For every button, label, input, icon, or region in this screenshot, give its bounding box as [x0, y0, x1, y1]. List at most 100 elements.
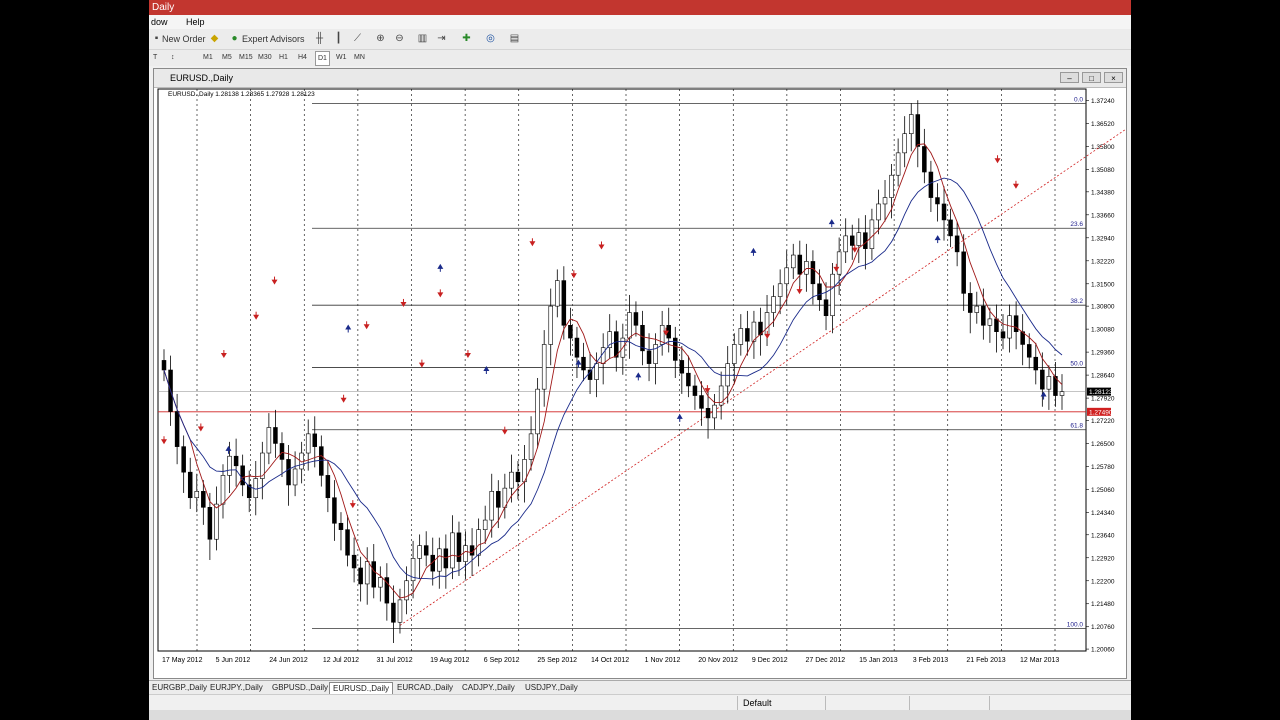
- candle[interactable]: [784, 267, 789, 285]
- candle[interactable]: [266, 427, 272, 454]
- candle[interactable]: [777, 283, 783, 297]
- candle[interactable]: [161, 360, 167, 371]
- candle[interactable]: [443, 548, 449, 569]
- candle[interactable]: [240, 465, 245, 486]
- candle[interactable]: [908, 114, 914, 135]
- candle[interactable]: [1040, 369, 1045, 390]
- candle[interactable]: [187, 471, 193, 499]
- candle[interactable]: [928, 171, 934, 198]
- zoom-in-icon[interactable]: ⊕: [373, 31, 388, 46]
- candle[interactable]: [633, 312, 639, 326]
- candle[interactable]: [1013, 315, 1019, 332]
- candle[interactable]: [515, 471, 521, 483]
- candle[interactable]: [627, 312, 632, 339]
- candle[interactable]: [1007, 315, 1012, 339]
- candle[interactable]: [482, 519, 488, 530]
- candle[interactable]: [594, 363, 599, 380]
- candle[interactable]: [345, 529, 350, 556]
- candle[interactable]: [378, 577, 383, 588]
- timeframe-w1[interactable]: W1: [336, 51, 347, 64]
- candle[interactable]: [541, 344, 547, 390]
- candle[interactable]: [961, 251, 966, 294]
- candle[interactable]: [312, 433, 318, 447]
- tab-cadjpy[interactable]: CADJPY.,Daily: [459, 682, 518, 694]
- candle[interactable]: [922, 146, 927, 173]
- candle[interactable]: [882, 197, 888, 205]
- candle[interactable]: [646, 350, 652, 364]
- candle[interactable]: [469, 545, 475, 556]
- expert-advisors-button[interactable]: Expert Advisors: [242, 31, 305, 47]
- candle[interactable]: [568, 324, 573, 339]
- zoom-out-icon[interactable]: ⊖: [392, 31, 407, 46]
- candle[interactable]: [463, 545, 468, 562]
- candle[interactable]: [555, 280, 560, 307]
- candle[interactable]: [207, 507, 213, 540]
- candle[interactable]: [174, 411, 180, 447]
- candle[interactable]: [319, 446, 324, 476]
- timeframe-m5[interactable]: M5: [222, 51, 232, 64]
- timeframe-m30[interactable]: M30: [258, 51, 272, 64]
- chart-window[interactable]: 17 May 2012 5 Jun 2012 24 Jun 2012 12 Jul 2…: [153, 68, 1127, 679]
- candle[interactable]: [220, 475, 226, 505]
- candle[interactable]: [450, 532, 455, 569]
- timeframe-mn[interactable]: MN: [354, 51, 365, 64]
- candle[interactable]: [456, 532, 462, 562]
- candle[interactable]: [1026, 344, 1032, 358]
- candle[interactable]: [817, 283, 822, 301]
- candle[interactable]: [935, 197, 940, 205]
- candle[interactable]: [364, 561, 370, 585]
- menu-help[interactable]: Help: [186, 17, 205, 27]
- candle[interactable]: [214, 503, 219, 540]
- candle[interactable]: [686, 372, 691, 387]
- menu-window[interactable]: dow: [151, 17, 168, 27]
- candle[interactable]: [895, 152, 901, 176]
- candle[interactable]: [607, 331, 612, 348]
- plot-area[interactable]: [157, 88, 1087, 652]
- candle[interactable]: [273, 427, 278, 444]
- candle[interactable]: [915, 114, 921, 147]
- candle[interactable]: [279, 443, 285, 460]
- candle[interactable]: [614, 331, 619, 358]
- candle[interactable]: [181, 446, 186, 473]
- candle[interactable]: [574, 337, 580, 358]
- arrows-tool-icon[interactable]: ↕: [171, 51, 175, 64]
- candle[interactable]: [987, 318, 993, 326]
- candle[interactable]: [1046, 376, 1052, 390]
- candle[interactable]: [876, 203, 881, 221]
- candle[interactable]: [954, 235, 960, 253]
- tab-usdjpy[interactable]: USDJPY.,Daily: [522, 682, 581, 694]
- candle[interactable]: [849, 235, 855, 246]
- candlestick-icon[interactable]: ┃: [331, 31, 346, 46]
- candle[interactable]: [358, 567, 363, 585]
- metaeditor-icon[interactable]: ◆: [207, 31, 222, 46]
- candle[interactable]: [417, 545, 422, 559]
- line-chart-icon[interactable]: ⟋: [350, 31, 365, 46]
- timeframe-m15[interactable]: M15: [239, 51, 253, 64]
- candle[interactable]: [437, 548, 442, 572]
- candle[interactable]: [332, 497, 337, 524]
- text-tool-icon[interactable]: T: [153, 51, 157, 64]
- candle[interactable]: [823, 299, 829, 317]
- candle[interactable]: [397, 599, 403, 623]
- candle[interactable]: [699, 395, 704, 409]
- candle[interactable]: [325, 475, 331, 499]
- new-order-button[interactable]: New Order: [162, 31, 206, 47]
- candle[interactable]: [391, 602, 396, 623]
- candle[interactable]: [233, 455, 239, 467]
- bar-chart-icon[interactable]: ╫: [312, 31, 327, 46]
- candle[interactable]: [1059, 391, 1065, 396]
- candle[interactable]: [804, 261, 809, 275]
- candle[interactable]: [692, 385, 698, 396]
- timeframe-h4[interactable]: H4: [298, 51, 307, 64]
- candle[interactable]: [856, 232, 862, 246]
- candle[interactable]: [476, 529, 481, 556]
- timeframe-m1[interactable]: M1: [203, 51, 213, 64]
- candle[interactable]: [863, 232, 868, 249]
- candle[interactable]: [679, 360, 685, 374]
- periods-icon[interactable]: ◎: [483, 31, 498, 46]
- candle[interactable]: [994, 318, 999, 332]
- tab-eurgbp[interactable]: EURGBP.,Daily: [149, 682, 210, 694]
- candle[interactable]: [791, 254, 796, 269]
- candle[interactable]: [902, 133, 907, 154]
- candle[interactable]: [305, 433, 311, 454]
